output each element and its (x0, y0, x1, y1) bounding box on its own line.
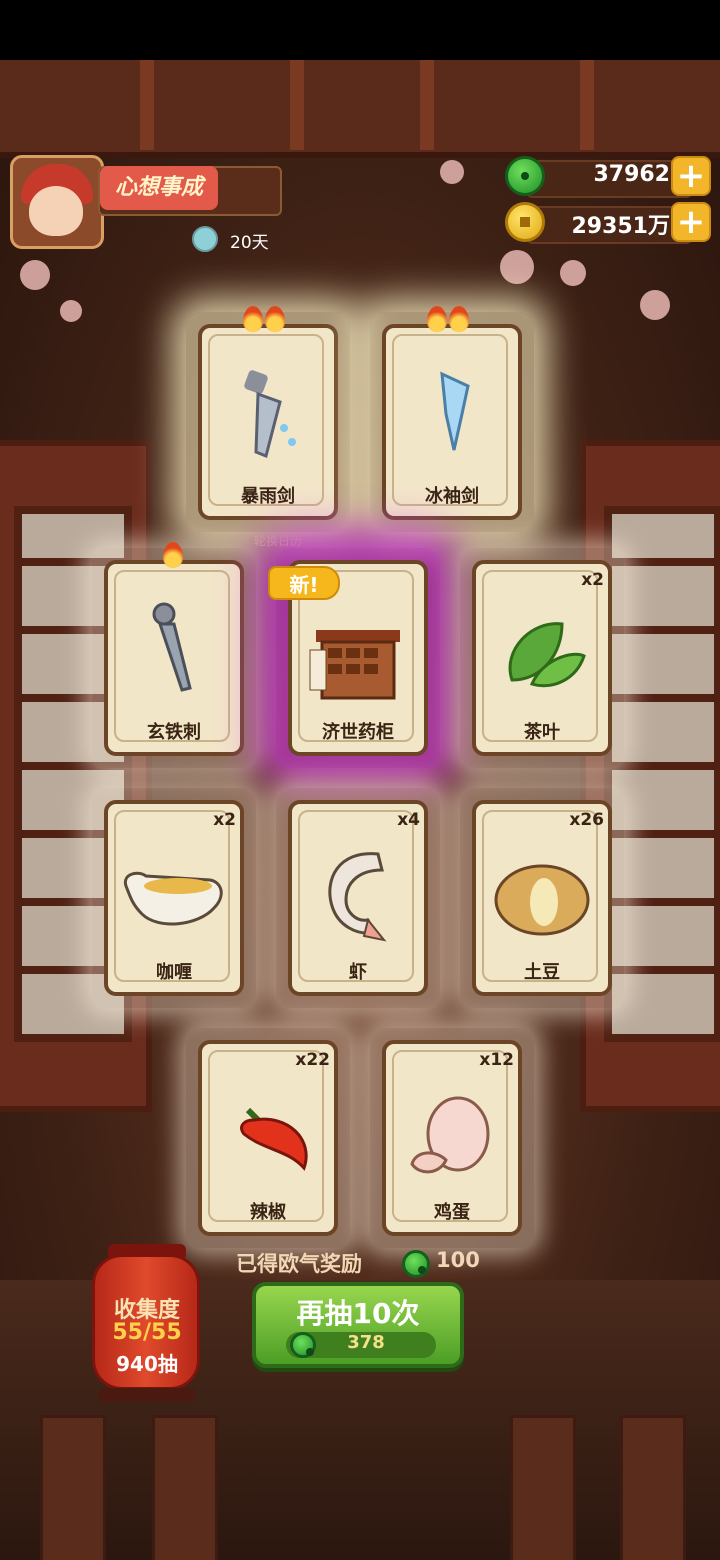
luck-reward: 已得欧气奖励 100 (236, 1248, 480, 1278)
sword-icon (244, 370, 296, 459)
shrimp-icon (328, 852, 387, 942)
jade-currency: 37962 + (505, 156, 715, 198)
card-storm-sword[interactable]: 暴雨剑 (186, 306, 350, 532)
blossom-decoration (20, 260, 50, 290)
card-potato[interactable]: x26 土豆 (460, 788, 624, 1008)
add-jade-button[interactable]: + (671, 156, 711, 196)
jade-icon (402, 1250, 430, 1278)
card-egg[interactable]: x12 鸡蛋 (370, 1028, 534, 1248)
card-tea-leaves[interactable]: x2 茶叶 (460, 548, 624, 768)
card-shrimp[interactable]: x4 虾 (276, 788, 440, 1008)
status-bar (0, 0, 720, 60)
egg-icon (410, 1096, 490, 1174)
chili-icon (240, 1107, 308, 1171)
coin-currency: 29351万 + (505, 202, 715, 244)
left-wall-panel (0, 440, 152, 1112)
new-badge: 新! (268, 566, 340, 600)
rarity-flames (242, 306, 302, 334)
curry-boat-icon (123, 871, 223, 926)
calendar-label: 轮换日历 (254, 534, 303, 548)
roof-beam (0, 60, 720, 158)
card-curry[interactable]: x2 咖喱 (92, 788, 256, 1008)
card-ice-sleeve-sword[interactable]: 冰袖剑 (370, 306, 534, 532)
draw-10-again-button[interactable]: 再抽10次 378 (252, 1282, 464, 1368)
add-coins-button[interactable]: + (671, 202, 711, 242)
potato-icon (494, 864, 590, 936)
ice-sword-icon (440, 371, 470, 451)
rarity-flames (426, 306, 486, 334)
collection-lantern[interactable]: 收集度 55/55 940抽 (88, 1244, 206, 1404)
calendar-icon (192, 226, 218, 252)
rarity-flames (162, 542, 222, 570)
jade-icon (505, 156, 545, 196)
card-black-iron-spike[interactable]: 玄铁刺 (92, 542, 256, 768)
player-avatar[interactable] (10, 155, 104, 249)
cabinet-icon (309, 630, 400, 700)
right-wall-panel (580, 440, 720, 1112)
card-chili[interactable]: x22 辣椒 (186, 1028, 350, 1248)
tea-leaf-icon (508, 622, 586, 688)
jade-icon (290, 1332, 316, 1358)
player-title-tag: 心想事成 (100, 166, 218, 210)
card-medicine-cabinet[interactable]: 新! 济世药柜 (268, 548, 440, 768)
coin-icon (505, 202, 545, 242)
spike-icon (152, 602, 192, 692)
